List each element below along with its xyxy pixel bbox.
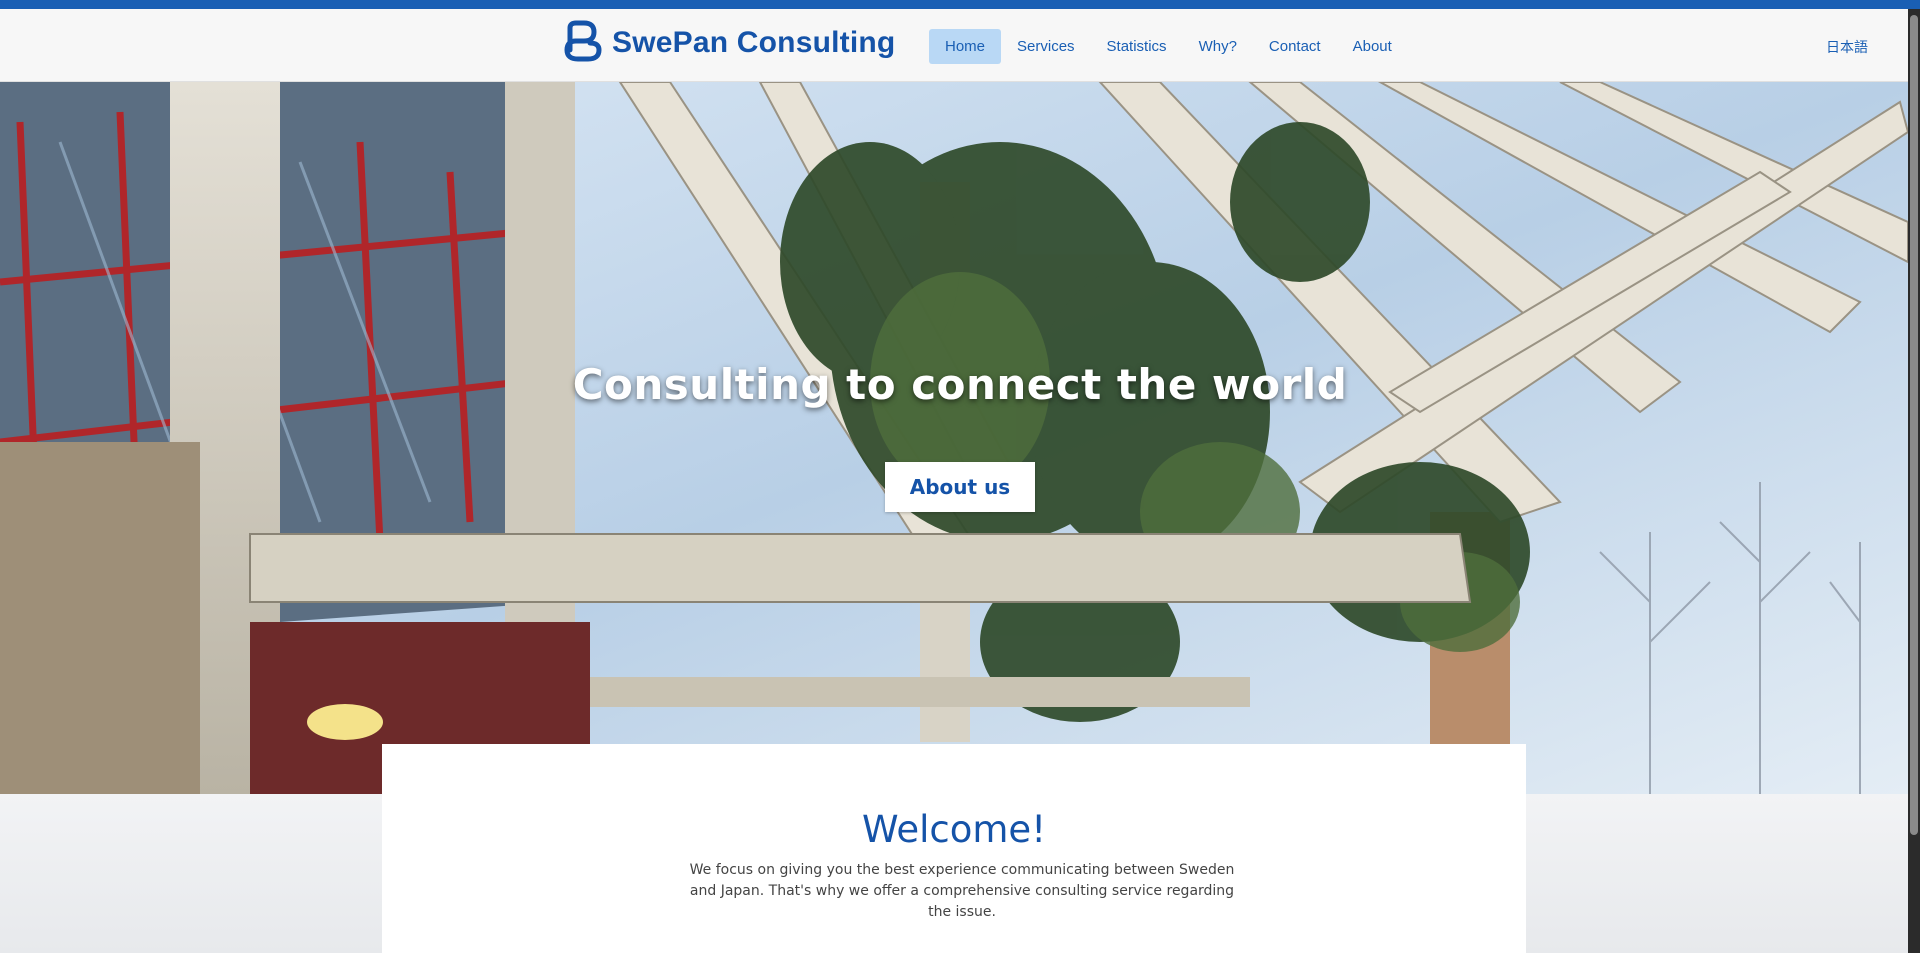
page: SwePan Consulting Home Services Statisti…	[0, 0, 1920, 953]
hero-banner: Consulting to connect the world About us	[0, 82, 1908, 794]
vertical-scrollbar[interactable]	[1908, 9, 1920, 953]
nav-item-home[interactable]: Home	[929, 29, 1002, 64]
hero-background-image	[0, 82, 1908, 794]
nav-item-why[interactable]: Why?	[1183, 29, 1253, 64]
about-us-button[interactable]: About us	[885, 462, 1035, 512]
site-header: SwePan Consulting Home Services Statisti…	[0, 9, 1920, 82]
nav-item-about[interactable]: About	[1337, 29, 1408, 64]
nav-item-statistics[interactable]: Statistics	[1091, 29, 1183, 64]
welcome-title: Welcome!	[861, 808, 1047, 851]
welcome-text: We focus on giving you the best experien…	[689, 862, 1235, 920]
brand-link[interactable]: SwePan Consulting	[562, 20, 896, 66]
scrollbar-thumb[interactable]	[1910, 15, 1918, 835]
brand-name: SwePan Consulting	[612, 26, 896, 59]
top-accent-bar	[0, 0, 1920, 9]
nav-item-contact[interactable]: Contact	[1253, 29, 1337, 64]
nav-item-services[interactable]: Services	[1001, 29, 1091, 64]
welcome-card: Welcome! We focus on giving you the best…	[382, 744, 1526, 953]
main-nav: Home Services Statistics Why? Contact Ab…	[929, 29, 1408, 64]
language-switch-link[interactable]: 日本語	[1826, 37, 1868, 57]
sp-logo-icon	[562, 20, 612, 66]
hero-title: Consulting to connect the world	[572, 360, 1348, 409]
